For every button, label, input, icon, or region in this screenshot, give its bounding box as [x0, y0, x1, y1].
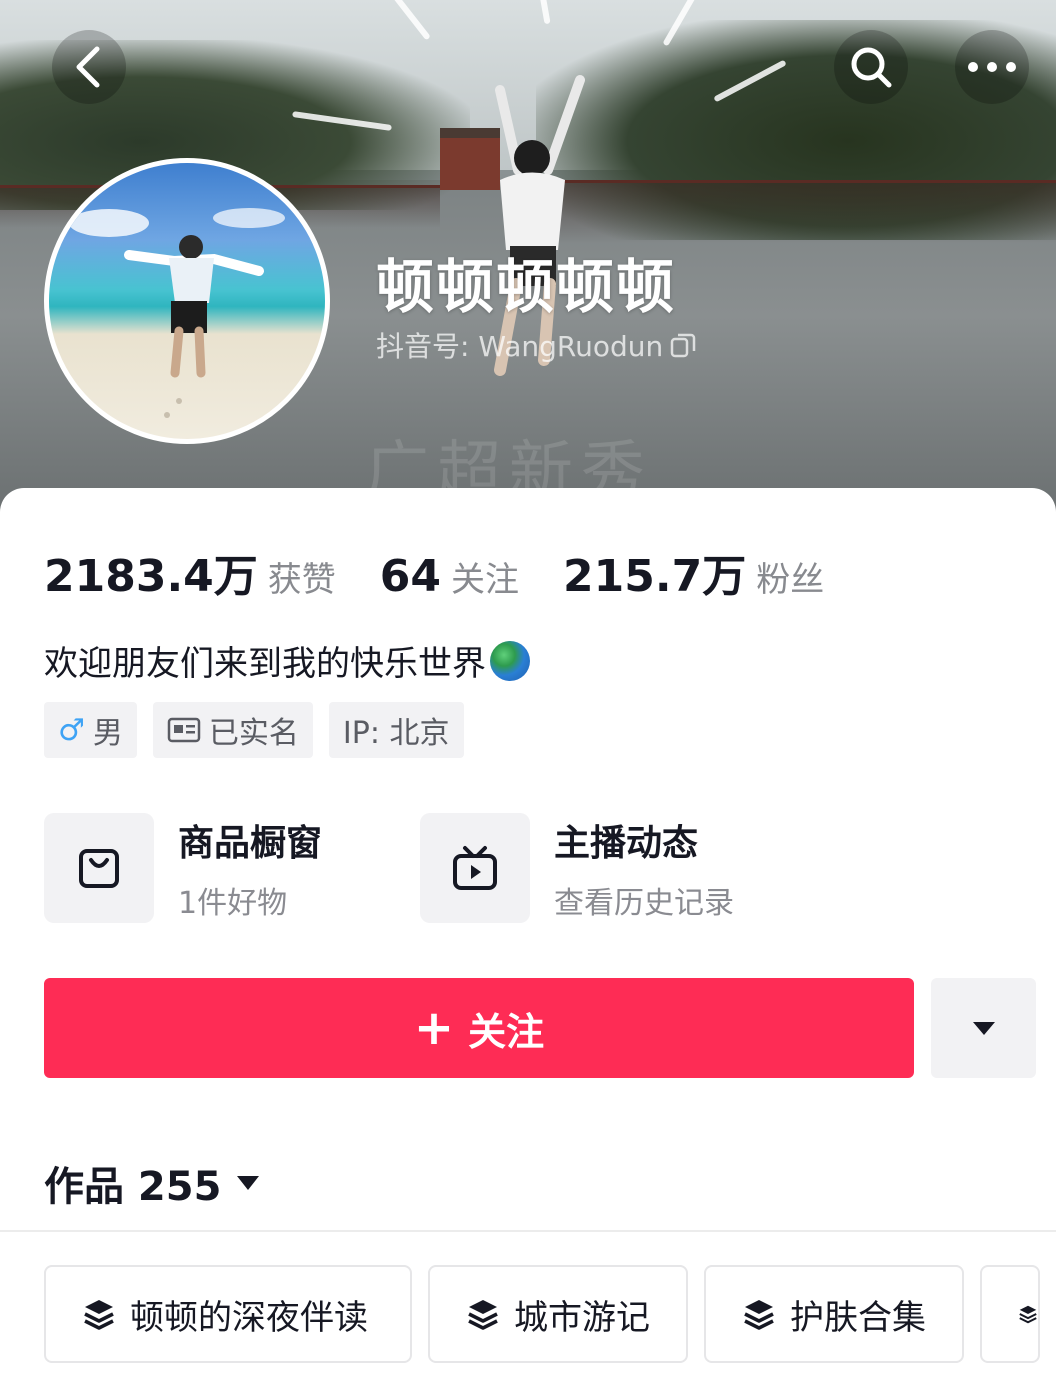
gender-label: 男 [92, 716, 123, 751]
account-id[interactable]: 抖音号: WangRuodun [376, 325, 697, 365]
collection-chip[interactable]: 护肤合集 [704, 1265, 964, 1363]
profile-nickname: 顿顿顿顿顿 [376, 253, 677, 321]
search-button[interactable] [834, 30, 908, 104]
more-dots-icon [968, 62, 1016, 72]
follow-button[interactable]: + 关注 [44, 978, 914, 1078]
feature-text: 主播动态 查看历史记录 [554, 814, 734, 922]
layers-icon [1019, 1305, 1037, 1324]
works-tab[interactable]: 作品 255 [44, 1154, 261, 1212]
bio-text: 欢迎朋友们来到我的快乐世界 [44, 644, 486, 684]
collection-chip[interactable] [980, 1265, 1040, 1363]
feature-text: 商品橱窗 1件好物 [178, 814, 322, 922]
stat-label: 粉丝 [756, 560, 825, 600]
collection-chip[interactable]: 顿顿的深夜伴读 [44, 1265, 412, 1363]
ip-label: IP: 北京 [342, 716, 450, 751]
feature-icon-box [420, 813, 530, 923]
chevron-left-icon [76, 46, 100, 88]
plus-icon: + [413, 1000, 455, 1056]
account-id-text: 抖音号: WangRuodun [376, 330, 664, 363]
male-icon: ♂ [58, 712, 85, 748]
works-label: 作品 255 [44, 1164, 222, 1210]
globe-emoji-icon [490, 640, 530, 681]
feature-shop-window[interactable]: 商品橱窗 1件好物 [44, 813, 322, 923]
feature-live-updates[interactable]: 主播动态 查看历史记录 [420, 813, 734, 923]
stat-label: 获赞 [267, 560, 336, 600]
verified-label: 已实名 [208, 716, 299, 751]
avatar[interactable] [44, 158, 330, 444]
copy-icon[interactable] [669, 331, 697, 359]
stat-following[interactable]: 64 关注 [380, 551, 519, 602]
collection-label: 城市游记 [514, 1297, 650, 1338]
profile-sheet [0, 488, 1056, 1381]
layers-icon [84, 1300, 114, 1330]
follow-label: 关注 [468, 1009, 545, 1054]
stat-label: 关注 [451, 560, 520, 600]
triangle-down-icon [972, 1022, 995, 1035]
feature-title: 主播动态 [554, 823, 699, 864]
stat-value: 215.7万 [563, 551, 747, 602]
stat-value: 2183.4万 [44, 551, 258, 602]
triangle-down-icon [237, 1176, 260, 1190]
tv-play-icon [453, 846, 497, 890]
feature-icon-box [44, 813, 154, 923]
stat-value: 64 [379, 551, 442, 602]
search-icon [851, 47, 892, 88]
cover-railing-right [556, 180, 1056, 243]
verified-tag: 已实名 [152, 702, 313, 758]
profile-tags: ♂ 男 已实名 IP: 北京 [44, 702, 464, 758]
ip-tag: IP: 北京 [328, 702, 464, 758]
gender-tag: ♂ 男 [44, 702, 137, 758]
layers-icon [744, 1300, 774, 1330]
collection-chip[interactable]: 城市游记 [428, 1265, 688, 1363]
section-divider [0, 1230, 1056, 1232]
id-card-icon [167, 717, 201, 743]
more-options-button[interactable] [955, 30, 1029, 104]
feature-subtitle: 1件好物 [178, 886, 288, 921]
follow-dropdown-button[interactable] [931, 978, 1036, 1078]
profile-stats: 2183.4万 获赞 64 关注 215.7万 粉丝 [44, 540, 868, 604]
feature-title: 商品橱窗 [178, 823, 323, 864]
profile-bio: 欢迎朋友们来到我的快乐世界 [44, 636, 530, 685]
layers-icon [468, 1300, 498, 1330]
avatar-photo [69, 208, 285, 418]
stat-likes[interactable]: 2183.4万 获赞 [44, 540, 336, 604]
collection-label: 顿顿的深夜伴读 [130, 1297, 368, 1338]
collection-label: 护肤合集 [790, 1297, 926, 1338]
collections-row: 顿顿的深夜伴读 城市游记 护肤合集 [44, 1265, 1040, 1363]
shopping-bag-icon [79, 849, 119, 888]
back-button[interactable] [52, 30, 126, 104]
feature-subtitle: 查看历史记录 [554, 886, 734, 921]
stat-followers[interactable]: 215.7万 粉丝 [563, 540, 824, 604]
